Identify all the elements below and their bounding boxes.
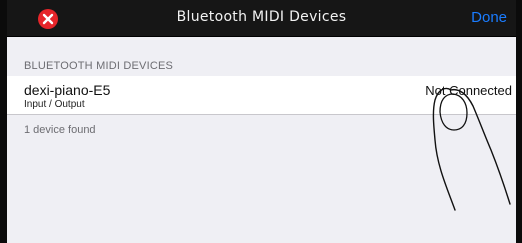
divider xyxy=(7,114,516,115)
device-count: 1 device found xyxy=(24,124,96,136)
device-name: dexi-piano-E5 xyxy=(24,82,111,98)
done-button[interactable]: Done xyxy=(471,9,507,26)
section-header: BLUETOOTH MIDI DEVICES xyxy=(24,60,174,72)
connection-status[interactable]: Not Connected xyxy=(425,83,512,98)
page-title: Bluetooth MIDI Devices xyxy=(176,9,347,25)
bluetooth-midi-screen: Bluetooth MIDI Devices Done BLUETOOTH MI… xyxy=(7,0,516,243)
device-row[interactable]: dexi-piano-E5 Input / Output Not Connect… xyxy=(7,76,516,114)
navigation-bar: Bluetooth MIDI Devices Done xyxy=(7,0,516,37)
device-type: Input / Output xyxy=(24,99,85,110)
